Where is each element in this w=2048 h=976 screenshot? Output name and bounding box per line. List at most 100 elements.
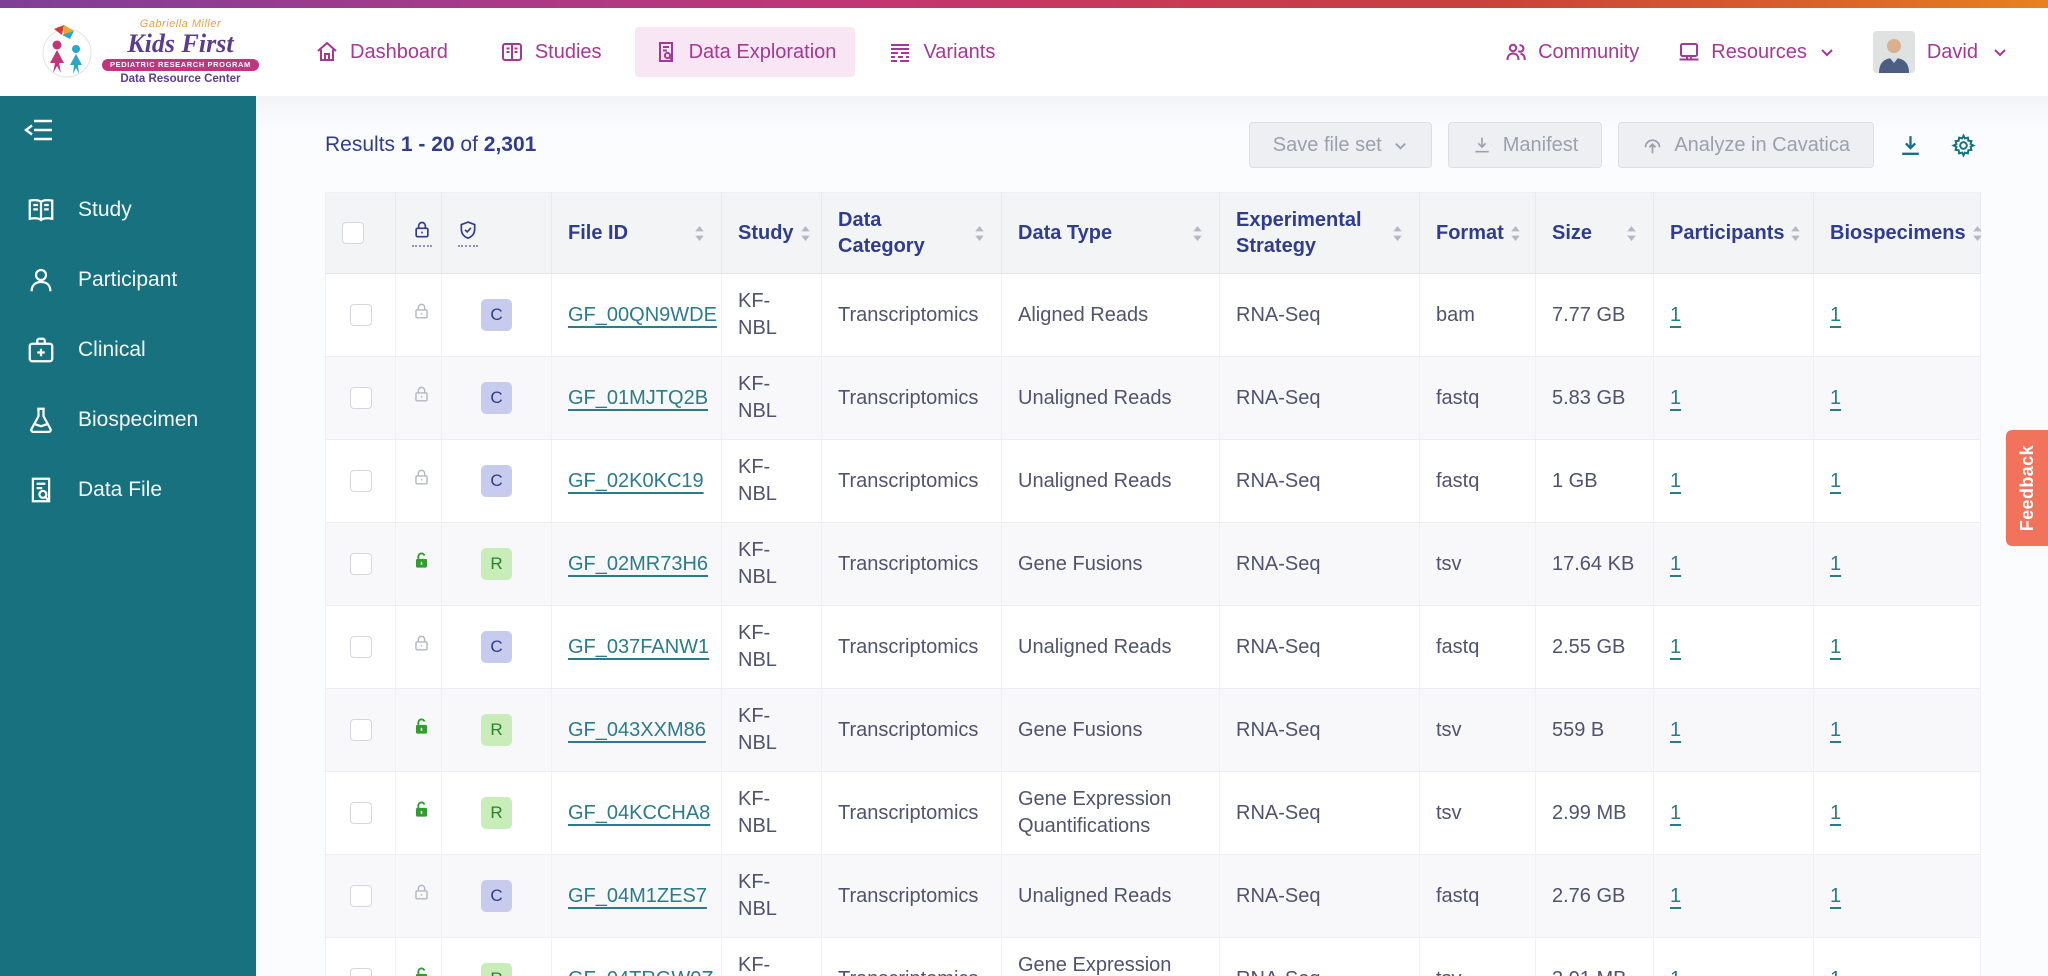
download-results-button[interactable] xyxy=(1894,129,1927,162)
participants-link[interactable]: 1 xyxy=(1670,470,1681,492)
sidebar-item-biospecimen[interactable]: Biospecimen xyxy=(0,385,256,455)
file-id-link[interactable]: GF_04M1ZES7 xyxy=(568,885,707,907)
file-access-column-tooltip[interactable] xyxy=(412,219,432,247)
nav-data-exploration[interactable]: Data Exploration xyxy=(634,27,856,77)
size-cell: 2.76 GB xyxy=(1535,854,1654,938)
sidebar-item-clinical[interactable]: Clinical xyxy=(0,315,256,385)
resources-label: Resources xyxy=(1711,40,1807,63)
sort-icon[interactable] xyxy=(694,225,705,242)
file-id-link[interactable]: GF_04KCCHA8 xyxy=(568,802,710,824)
participants-link[interactable]: 1 xyxy=(1670,553,1681,575)
biospecimens-link[interactable]: 1 xyxy=(1830,802,1841,824)
participants-link[interactable]: 1 xyxy=(1670,636,1681,658)
row-checkbox[interactable] xyxy=(349,719,372,742)
participants-link[interactable]: 1 xyxy=(1670,968,1681,976)
participants-link[interactable]: 1 xyxy=(1670,802,1681,824)
format-cell: tsv xyxy=(1419,688,1536,772)
column-header-participants[interactable]: Participants xyxy=(1653,192,1814,274)
community-link[interactable]: Community xyxy=(1504,40,1639,64)
access-badge: C xyxy=(481,879,512,913)
row-checkbox[interactable] xyxy=(349,387,372,410)
sidebar-item-data-file[interactable]: Data File xyxy=(0,455,256,525)
file-id-link[interactable]: GF_043XXM86 xyxy=(568,719,706,741)
file-id-link[interactable]: GF_02MR73H6 xyxy=(568,553,708,575)
collapse-menu-icon xyxy=(24,119,52,141)
nav-dashboard[interactable]: Dashboard xyxy=(296,27,467,77)
file-id-link[interactable]: GF_01MJTQ2B xyxy=(568,387,708,409)
column-header-experimental-strategy[interactable]: Experimental Strategy xyxy=(1219,192,1420,274)
sidebar-item-participant[interactable]: Participant xyxy=(0,245,256,315)
biospecimens-link[interactable]: 1 xyxy=(1830,470,1841,492)
row-checkbox[interactable] xyxy=(349,636,372,659)
sort-icon[interactable] xyxy=(1392,225,1403,242)
sort-icon[interactable] xyxy=(1790,225,1801,242)
row-checkbox[interactable] xyxy=(349,553,372,576)
nav-studies[interactable]: Studies xyxy=(481,27,621,77)
participants-link[interactable]: 1 xyxy=(1670,885,1681,907)
user-menu[interactable]: David xyxy=(1872,31,2008,73)
logo-program-pill: PEDIATRIC RESEARCH PROGRAM xyxy=(102,59,259,71)
participants-link[interactable]: 1 xyxy=(1670,719,1681,741)
file-id-link[interactable]: GF_02K0KC19 xyxy=(568,470,704,492)
size-cell: 2.99 MB xyxy=(1535,771,1654,855)
person-icon xyxy=(30,268,52,292)
access-badge: C xyxy=(481,630,512,664)
analyze-in-cavatica-button[interactable]: Analyze in Cavatica xyxy=(1618,122,1874,168)
file-id-link[interactable]: GF_04TRGW0Z xyxy=(568,968,714,976)
file-id-link[interactable]: GF_00QN9WDE xyxy=(568,304,717,326)
access-badge: R xyxy=(481,547,512,581)
biospecimens-link[interactable]: 1 xyxy=(1830,885,1841,907)
biospecimens-link[interactable]: 1 xyxy=(1830,304,1841,326)
resources-menu[interactable]: Resources xyxy=(1677,40,1835,64)
sort-icon[interactable] xyxy=(974,225,985,242)
chevron-down-icon xyxy=(1994,49,2006,57)
shield-check-icon xyxy=(460,221,476,240)
row-checkbox[interactable] xyxy=(349,304,372,327)
column-header-size[interactable]: Size xyxy=(1535,192,1654,274)
format-cell: fastq xyxy=(1419,854,1536,938)
sort-icon[interactable] xyxy=(1510,225,1521,242)
column-header-study[interactable]: Study xyxy=(721,192,822,274)
column-header-data-category[interactable]: Data Category xyxy=(821,192,1002,274)
data-category-cell: Transcriptomics xyxy=(821,522,1002,606)
table-settings-button[interactable] xyxy=(1947,129,1980,162)
select-all-checkbox[interactable] xyxy=(342,222,364,245)
row-checkbox[interactable] xyxy=(349,968,372,976)
biospecimens-link[interactable]: 1 xyxy=(1830,636,1841,658)
sort-icon[interactable] xyxy=(1626,225,1637,242)
sort-icon[interactable] xyxy=(1972,225,1983,242)
biospecimens-link[interactable]: 1 xyxy=(1830,553,1841,575)
row-checkbox[interactable] xyxy=(349,802,372,825)
feedback-tab[interactable]: Feedback xyxy=(2006,430,2048,546)
kids-first-logo[interactable]: Gabriella Miller Kids First PEDIATRIC RE… xyxy=(40,19,270,85)
participants-link[interactable]: 1 xyxy=(1670,304,1681,326)
data-type-cell: Aligned Reads xyxy=(1001,273,1220,357)
nav-variants[interactable]: Variants xyxy=(869,27,1014,77)
sort-icon[interactable] xyxy=(1192,225,1203,242)
biospecimens-link[interactable]: 1 xyxy=(1830,968,1841,976)
column-header-file-id[interactable]: File ID xyxy=(551,192,722,274)
biospecimens-link[interactable]: 1 xyxy=(1830,387,1841,409)
home-icon xyxy=(317,41,337,61)
column-header-biospecimens[interactable]: Biospecimens xyxy=(1813,192,1983,274)
sidebar-collapse-button[interactable] xyxy=(24,116,54,149)
results-range: 1 - 20 xyxy=(400,133,455,156)
data-access-column-tooltip[interactable] xyxy=(458,219,478,247)
biospecimens-link[interactable]: 1 xyxy=(1830,719,1841,741)
column-header-format[interactable]: Format xyxy=(1419,192,1536,274)
table-row: C GF_037FANW1 KF-NBL Transcriptomics Una… xyxy=(325,605,1981,689)
participants-link[interactable]: 1 xyxy=(1670,387,1681,409)
column-header-data-type[interactable]: Data Type xyxy=(1001,192,1220,274)
save-file-set-button[interactable]: Save file set xyxy=(1248,122,1432,168)
manifest-button[interactable]: Manifest xyxy=(1447,122,1603,168)
access-badge: R xyxy=(481,796,512,830)
sidebar-item-study[interactable]: Study xyxy=(0,175,256,245)
sort-icon[interactable] xyxy=(800,225,811,242)
row-checkbox[interactable] xyxy=(349,470,372,493)
experimental-strategy-cell: RNA-Seq xyxy=(1219,273,1420,357)
row-checkbox[interactable] xyxy=(349,885,372,908)
file-search-icon xyxy=(658,42,673,62)
file-id-link[interactable]: GF_037FANW1 xyxy=(568,636,709,658)
lock-closed-icon xyxy=(412,469,431,493)
study-cell: KF-NBL xyxy=(721,605,822,689)
